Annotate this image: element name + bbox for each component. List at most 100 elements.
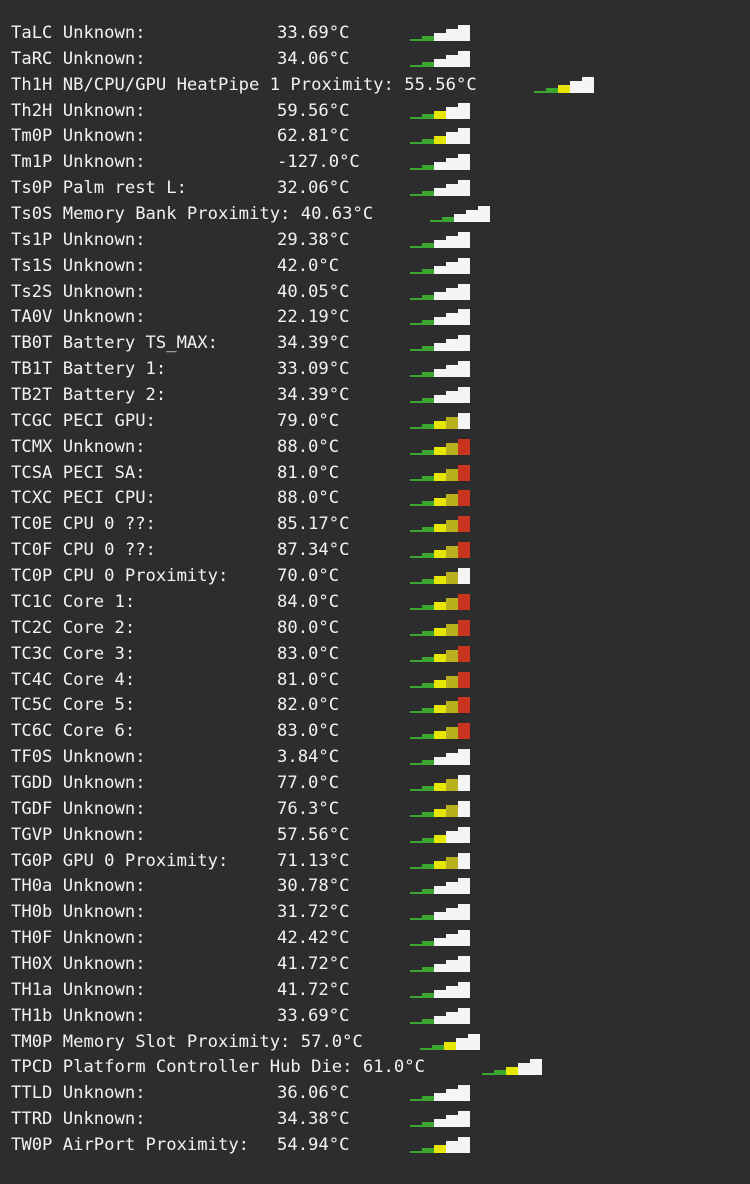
meter-segment xyxy=(466,210,478,223)
sensor-row: TA0V Unknown: 22.19°C xyxy=(11,304,349,330)
sensor-row: TC4C Core 4: 81.0°C xyxy=(11,667,339,693)
sensor-row: TC6C Core 6: 83.0°C xyxy=(11,718,339,744)
meter-segment xyxy=(434,705,446,714)
sensor-code: TC4C xyxy=(11,669,53,690)
meter-segment xyxy=(458,955,470,972)
sensor-label: Unknown: xyxy=(52,953,146,974)
temperature-level-meter xyxy=(410,412,470,429)
temperature-level-meter xyxy=(410,955,470,972)
meter-segment xyxy=(446,416,458,429)
sensor-code: TC3C xyxy=(11,643,53,664)
temperature-level-meter xyxy=(410,1111,470,1128)
meter-segment xyxy=(446,391,458,404)
meter-segment xyxy=(442,217,454,223)
sensor-code: TPCD xyxy=(11,1057,53,1078)
meter-segment xyxy=(446,753,458,766)
meter-segment xyxy=(410,245,422,248)
sensor-row: TG0P GPU 0 Proximity: 71.13°C xyxy=(11,848,349,874)
meter-segment xyxy=(434,550,446,559)
sensor-row: TaLC Unknown: 33.69°C xyxy=(11,20,349,46)
temperature-level-meter xyxy=(430,206,490,223)
sensor-code: TC6C xyxy=(11,721,53,742)
sensor-row: TH0F Unknown: 42.42°C xyxy=(11,925,349,951)
sensor-row: Tm1P Unknown: -127.0°C xyxy=(11,149,360,175)
meter-segment xyxy=(410,452,422,455)
meter-segment xyxy=(410,64,422,67)
sensor-label: NB/CPU/GPU HeatPipe 1 Proximity: xyxy=(52,74,394,95)
sensor-code: TB1T xyxy=(11,359,53,380)
meter-segment xyxy=(446,184,458,197)
meter-segment xyxy=(434,1144,446,1153)
meter-segment xyxy=(434,834,446,843)
meter-segment xyxy=(422,630,434,636)
meter-segment xyxy=(434,524,446,533)
meter-segment xyxy=(422,889,434,895)
temperature-level-meter xyxy=(410,619,470,636)
meter-segment xyxy=(422,760,434,766)
sensor-label: Unknown: xyxy=(52,48,146,69)
meter-segment xyxy=(446,520,458,533)
sensor-temp: 22.19°C xyxy=(277,307,350,328)
meter-segment xyxy=(410,1150,422,1153)
meter-segment xyxy=(410,1099,422,1102)
sensor-temp: 80.0°C xyxy=(277,617,340,638)
sensor-row: TGDF Unknown: 76.3°C xyxy=(11,796,339,822)
sensor-label: Unknown: xyxy=(52,1109,146,1130)
meter-segment xyxy=(410,866,422,869)
meter-segment xyxy=(434,963,446,972)
meter-segment xyxy=(446,132,458,145)
sensor-code: TC0F xyxy=(11,540,53,561)
sensor-code: TM0P xyxy=(11,1031,53,1052)
meter-segment xyxy=(434,1093,446,1102)
meter-segment xyxy=(434,731,446,740)
meter-segment xyxy=(458,335,470,352)
meter-segment xyxy=(458,930,470,947)
meter-segment xyxy=(434,886,446,895)
sensor-temp: 33.69°C xyxy=(277,23,350,43)
sensor-row: TTRD Unknown: 34.38°C xyxy=(11,1106,349,1132)
meter-segment xyxy=(410,788,422,791)
meter-segment xyxy=(410,685,422,688)
meter-segment xyxy=(434,601,446,610)
meter-segment xyxy=(422,449,434,455)
meter-segment xyxy=(422,191,434,197)
temperature-level-meter xyxy=(410,671,470,688)
meter-segment xyxy=(458,904,470,921)
meter-segment xyxy=(458,257,470,274)
sensor-temp: 32.06°C xyxy=(277,178,350,199)
sensor-row: TC5C Core 5: 82.0°C xyxy=(11,692,339,718)
meter-segment xyxy=(446,778,458,791)
sensor-row: TB1T Battery 1: 33.09°C xyxy=(11,356,349,382)
meter-segment xyxy=(434,989,446,998)
sensor-label: Unknown: xyxy=(52,229,146,250)
meter-segment xyxy=(410,168,422,171)
meter-segment xyxy=(422,915,434,921)
meter-segment xyxy=(446,54,458,67)
sensor-label: Memory Bank Proximity: xyxy=(52,204,291,225)
temperature-level-meter xyxy=(410,542,470,559)
meter-segment xyxy=(446,546,458,559)
sensor-temp: 77.0°C xyxy=(277,772,340,793)
sensor-label: Palm rest L: xyxy=(52,178,187,199)
meter-segment xyxy=(434,472,446,481)
meter-segment xyxy=(422,785,434,791)
sensor-row: TaRC Unknown: 34.06°C xyxy=(11,46,349,72)
sensor-code: Ts1P xyxy=(11,229,53,250)
meter-segment xyxy=(446,597,458,610)
meter-segment xyxy=(410,711,422,714)
sensor-code: Ts0P xyxy=(11,178,53,199)
meter-segment xyxy=(458,154,470,171)
sensor-code: TB0T xyxy=(11,333,53,354)
meter-segment xyxy=(456,1037,468,1050)
meter-segment xyxy=(410,297,422,300)
meter-segment xyxy=(434,136,446,145)
meter-segment xyxy=(410,918,422,921)
sensor-temp: 70.0°C xyxy=(277,566,340,587)
meter-segment xyxy=(410,1125,422,1128)
sensor-temp: 71.13°C xyxy=(277,850,350,871)
sensor-label: CPU 0 ??: xyxy=(52,514,156,535)
sensor-temp: 87.34°C xyxy=(277,540,350,561)
meter-segment xyxy=(434,33,446,41)
sensor-temp: 62.81°C xyxy=(277,126,350,147)
temperature-level-meter xyxy=(410,154,470,171)
